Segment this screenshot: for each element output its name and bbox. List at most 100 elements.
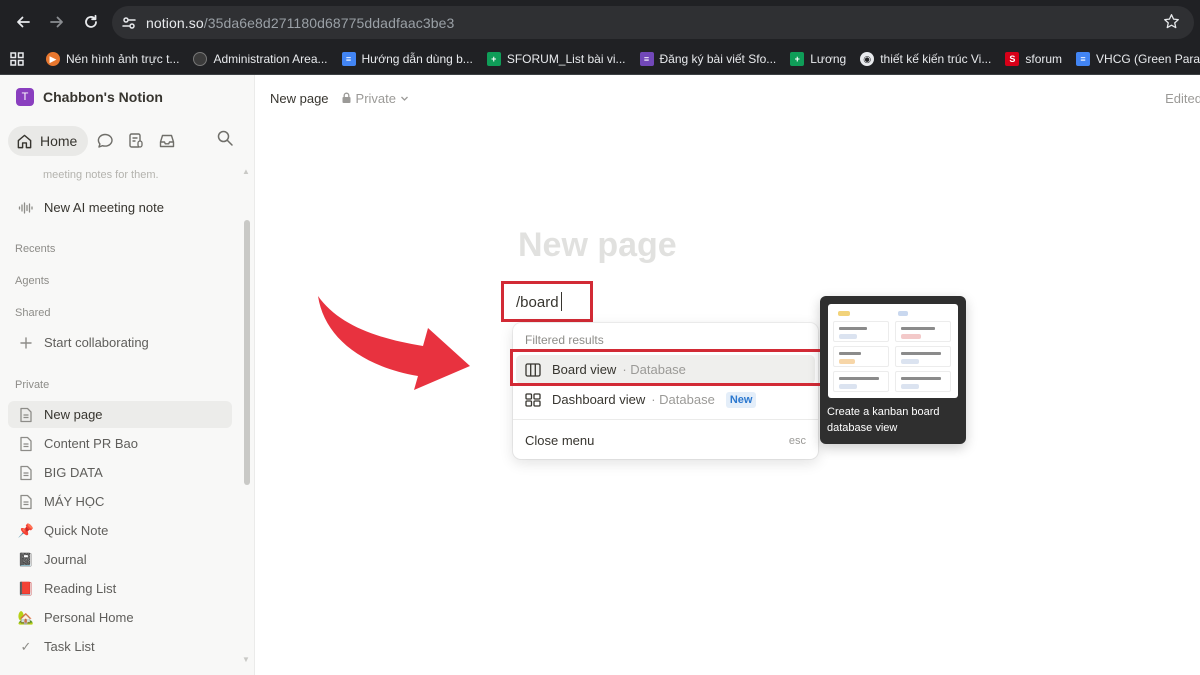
- preview-caption: Create a kanban board database view: [827, 406, 940, 434]
- sidebar-item-content-pr-bao[interactable]: Content PR Bao: [8, 430, 232, 457]
- chevron-down-icon: [401, 96, 408, 101]
- preview-card: [833, 371, 889, 392]
- sidebar-item-label: Reading List: [44, 581, 117, 596]
- bookmark-label: thiết kế kiến trúc Vi...: [880, 52, 992, 66]
- sidebar-item-label: New AI meeting note: [44, 200, 164, 215]
- bookmark-item[interactable]: ≡ Hướng dẫn dùng b...: [341, 52, 473, 66]
- sidebar-item-reading-list[interactable]: 📕 Reading List: [8, 575, 232, 602]
- section-header-private[interactable]: Private: [15, 379, 49, 391]
- bookmark-favicon-icon: [193, 52, 208, 66]
- page-icon: [16, 434, 36, 454]
- search-icon[interactable]: [216, 129, 234, 152]
- address-bar[interactable]: notion.so/35da6e8d271180d68775ddadfaac3b…: [112, 6, 1194, 39]
- book-icon: 📕: [17, 580, 35, 596]
- bookmark-item[interactable]: ◉ thiết kế kiến trúc Vi...: [860, 52, 991, 66]
- sidebar-top-nav: Home: [8, 125, 248, 157]
- page-icon: [16, 492, 36, 512]
- bookmark-label: SFORUM_List bài vi...: [506, 52, 626, 66]
- preview-card: [833, 346, 889, 367]
- preview-card: [895, 321, 951, 342]
- board-view-highlight-box: [510, 349, 837, 386]
- bookmark-label: VHCG (Green Paradi...: [1096, 52, 1200, 66]
- forms-icon: ≡: [639, 52, 654, 66]
- bookmark-item[interactable]: ≡ Đăng ký bài viết Sfo...: [639, 52, 776, 66]
- bookmark-item[interactable]: ≡ VHCG (Green Paradi...: [1076, 52, 1200, 66]
- bookmark-item[interactable]: Administration Area...: [193, 52, 328, 66]
- bookmark-item[interactable]: Ssforum: [1005, 52, 1062, 66]
- bookmark-item[interactable]: + SFORUM_List bài vi...: [486, 52, 626, 66]
- scroll-up-arrow-icon[interactable]: ▲: [242, 167, 250, 176]
- home-button[interactable]: Home: [8, 126, 89, 156]
- section-header-agents[interactable]: Agents: [15, 275, 49, 287]
- sidebar-item-may-hoc[interactable]: MÁY HỌC: [8, 488, 232, 515]
- section-header-recents[interactable]: Recents: [15, 243, 55, 255]
- sheets-icon: +: [790, 52, 805, 66]
- sidebar-scrollbar[interactable]: [244, 220, 250, 485]
- preview-column-tag: [838, 311, 850, 316]
- sidebar-item-personal-home[interactable]: 🏡 Personal Home: [8, 604, 232, 631]
- menu-item-dashboard-view[interactable]: Dashboard view · Database New: [516, 385, 815, 414]
- sidebar-item-task-list[interactable]: ✓ Task List: [8, 633, 232, 660]
- page-title[interactable]: New page: [518, 226, 677, 265]
- apps-grid-icon[interactable]: [10, 50, 24, 68]
- bookmark-favicon-icon: ▶: [46, 52, 60, 66]
- sidebar-item-journal[interactable]: 📓 Journal: [8, 546, 232, 573]
- browser-toolbar: notion.so/35da6e8d271180d68775ddadfaac3b…: [0, 0, 1200, 44]
- sidebar-item-label: Task List: [44, 639, 95, 654]
- section-header-shared[interactable]: Shared: [15, 307, 50, 319]
- site-settings-icon[interactable]: [112, 6, 146, 39]
- chat-bubble-icon[interactable]: [91, 127, 119, 155]
- url-path: /35da6e8d271180d68775ddadfaac3be3: [203, 14, 455, 31]
- sidebar-item-ai-meeting-note[interactable]: New AI meeting note: [8, 194, 232, 221]
- lock-icon: [342, 92, 351, 103]
- faded-helper-text: meeting notes for them.: [43, 169, 159, 181]
- sidebar-item-quick-note[interactable]: 📌 Quick Note: [8, 517, 232, 544]
- scroll-down-arrow-icon[interactable]: ▼: [242, 655, 250, 664]
- close-menu-button[interactable]: Close menu: [525, 433, 594, 448]
- bookmark-item[interactable]: + Lương: [790, 52, 846, 66]
- sidebar-item-new-page[interactable]: New page: [8, 401, 232, 428]
- sidebar-item-label: MÁY HỌC: [44, 494, 105, 509]
- bookmark-label: Nén hình ảnh trực t...: [66, 52, 180, 66]
- page-icon: [16, 405, 36, 425]
- slash-command-menu: Filtered results Board view · Database D…: [513, 323, 818, 459]
- house-icon: 🏡: [17, 609, 35, 625]
- reload-icon[interactable]: [74, 5, 108, 39]
- pushpin-icon: 📌: [17, 522, 35, 538]
- privacy-dropdown[interactable]: Private: [341, 91, 413, 106]
- url-host: notion.so: [146, 14, 204, 31]
- back-arrow-icon[interactable]: [6, 5, 40, 39]
- bookmark-item[interactable]: ▶ Nén hình ảnh trực t...: [46, 52, 179, 66]
- globe-icon: ◉: [860, 52, 875, 66]
- sidebar-item-big-data[interactable]: BIG DATA: [8, 459, 232, 486]
- preview-card: [895, 371, 951, 392]
- meeting-notes-icon[interactable]: [122, 127, 150, 155]
- menu-heading: Filtered results: [525, 333, 604, 347]
- breadcrumb[interactable]: New page: [270, 91, 329, 106]
- home-label: Home: [40, 133, 78, 149]
- bookmark-label: Administration Area...: [213, 52, 328, 66]
- workspace-name: Chabbon's Notion: [43, 89, 163, 105]
- workspace-switcher[interactable]: T Chabbon's Notion: [16, 88, 163, 106]
- url-text: notion.so/35da6e8d271180d68775ddadfaac3b…: [146, 15, 454, 31]
- inbox-icon[interactable]: [153, 127, 181, 155]
- bookmark-label: Hướng dẫn dùng b...: [361, 52, 473, 66]
- docs-icon: ≡: [341, 52, 356, 66]
- privacy-label: Private: [355, 90, 397, 106]
- notebook-icon: 📓: [17, 551, 35, 567]
- bookmark-star-icon[interactable]: [1163, 13, 1180, 35]
- sforum-icon: S: [1005, 52, 1020, 66]
- sidebar-item-label: BIG DATA: [44, 465, 103, 480]
- checkmark-icon: ✓: [20, 638, 32, 654]
- preview-card: [833, 321, 889, 342]
- workspace-avatar: T: [16, 88, 34, 106]
- sidebar-item-start-collaborating[interactable]: Start collaborating: [8, 329, 232, 356]
- sidebar-item-label: Content PR Bao: [44, 436, 138, 451]
- forward-arrow-icon[interactable]: [40, 5, 74, 39]
- sidebar-item-label: New page: [44, 407, 103, 422]
- audio-waveform-icon: [16, 198, 36, 218]
- preview-card: [895, 346, 951, 367]
- preview-column-tag: [898, 311, 908, 316]
- kanban-preview-image: [828, 304, 958, 398]
- menu-item-sublabel: · Database: [651, 392, 715, 407]
